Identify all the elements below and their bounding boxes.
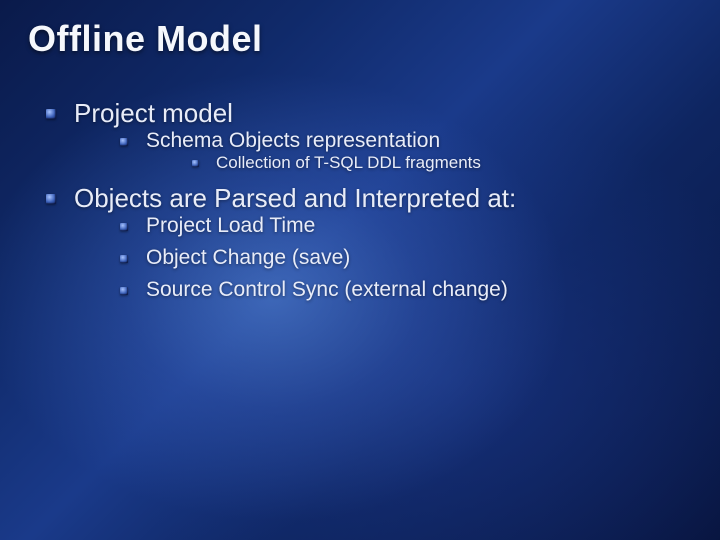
bullet-item: Object Change (save) bbox=[120, 246, 692, 270]
bullet-item: Project Load Time bbox=[120, 214, 692, 238]
bullet-icon bbox=[120, 223, 128, 231]
bullet-item: Source Control Sync (external change) bbox=[120, 278, 692, 302]
bullet-text: Objects are Parsed and Interpreted at: bbox=[74, 183, 516, 213]
bullet-text: Collection of T-SQL DDL fragments bbox=[216, 153, 481, 172]
bullet-icon bbox=[120, 255, 128, 263]
bullet-icon bbox=[46, 109, 56, 119]
slide: Offline Model Project model Schema Objec… bbox=[0, 0, 720, 540]
bullet-text: Schema Objects representation bbox=[146, 129, 440, 152]
bullet-item: Project model Schema Objects representat… bbox=[46, 98, 692, 173]
bullet-item: Objects are Parsed and Interpreted at: P… bbox=[46, 183, 692, 302]
bullet-text: Source Control Sync (external change) bbox=[146, 278, 508, 301]
bullet-text: Project model bbox=[74, 98, 233, 128]
bullet-item: Schema Objects representation Collection… bbox=[120, 129, 692, 173]
bullet-icon bbox=[46, 194, 56, 204]
bullet-icon bbox=[120, 138, 128, 146]
bullet-icon bbox=[120, 287, 128, 295]
bullet-text: Project Load Time bbox=[146, 214, 315, 237]
bullet-list-level2: Schema Objects representation Collection… bbox=[74, 129, 692, 173]
bullet-list-level1: Project model Schema Objects representat… bbox=[28, 98, 692, 302]
bullet-list-level2: Project Load Time Object Change (save) S… bbox=[74, 214, 692, 302]
bullet-text: Object Change (save) bbox=[146, 246, 350, 269]
slide-title: Offline Model bbox=[28, 18, 692, 60]
bullet-list-level3: Collection of T-SQL DDL fragments bbox=[146, 153, 692, 173]
bullet-item: Collection of T-SQL DDL fragments bbox=[192, 153, 692, 173]
bullet-icon bbox=[192, 160, 199, 167]
